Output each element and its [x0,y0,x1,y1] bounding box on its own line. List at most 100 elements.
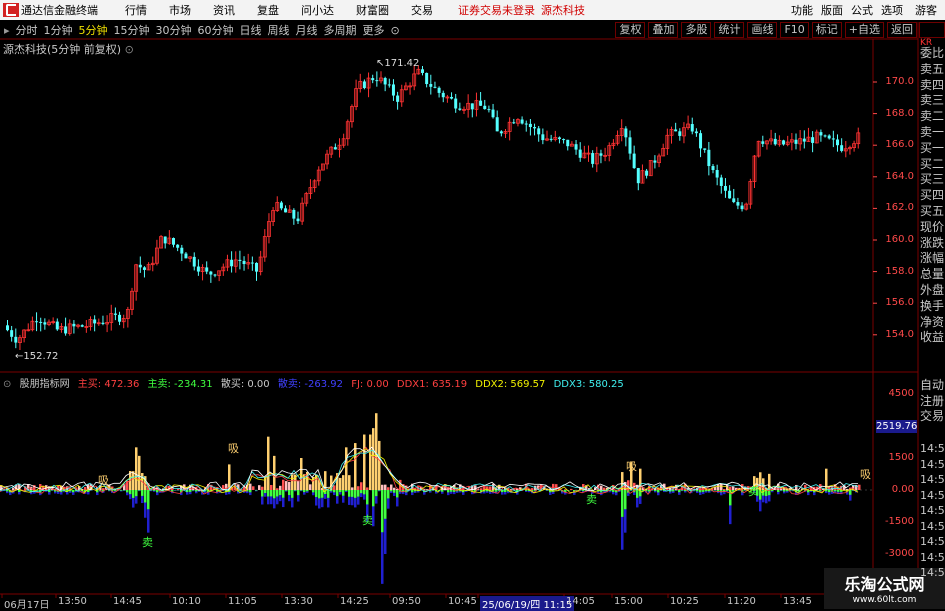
side-panel-item[interactable]: 买四 [920,188,945,204]
candle-body [280,203,283,209]
candle-body [284,208,287,212]
side-panel-item[interactable] [920,362,945,378]
indicator-bar-main-sell [267,490,270,496]
indicator-bar-up [132,471,135,490]
side-panel-item[interactable]: 自动 [920,378,945,394]
candle-body [56,322,59,330]
indicator-bar-main-sell [300,490,303,491]
candle-body [716,170,719,178]
time-axis: 06月17日13:5014:4510:1011:0513:3014:2509:5… [0,595,945,609]
candle-body [396,96,399,102]
indicator-bar-main-sell [303,490,306,492]
indicator-bar-up [258,485,261,490]
indicator-name[interactable]: 股朋指标网 [20,379,70,390]
side-panel-item[interactable]: 卖二 [920,109,945,125]
candle-body [529,124,532,127]
low-price-label: ←152.72 [15,351,58,362]
side-panel-item[interactable]: 净资 [920,315,945,331]
stock-title-text: 源杰科技(5分钟 前复权) [3,43,121,56]
candle-body [487,109,490,110]
candle-body [93,319,96,323]
side-panel-item[interactable]: 外盘 [920,283,945,299]
indicator-bar-main-sell [351,490,354,497]
side-time-item: 14:56 [920,489,945,505]
candle-body [10,330,13,337]
indicator-bar-up [570,489,573,490]
candle-body [566,140,569,146]
side-panel-item[interactable]: 买五 [920,204,945,220]
side-panel-item[interactable]: 买三 [920,172,945,188]
indicator-bar-up [297,481,300,490]
candle-body [371,78,374,80]
candle-body [558,137,561,139]
price-axis-label: 164.0 [878,171,914,182]
indicator-bar-main-sell [360,490,363,493]
side-panel-item[interactable]: 换手 [920,299,945,315]
candle-body [64,326,67,333]
watermark-url: www.60lt.com [824,595,945,605]
field-ddx1: DDX1: 635.19 [397,379,467,390]
indicator-bar-up [480,488,483,490]
time-axis-label: 10:45 [448,596,477,607]
candle-body [492,110,495,118]
indicator-bar-up [333,485,336,490]
side-panel-item[interactable]: 卖五 [920,62,945,78]
indicator-bar-main-sell [138,490,141,491]
indicator-bar-up [603,488,606,490]
candle-body [774,139,777,144]
field-main-sell: 主卖: -234.31 [148,379,213,390]
field-retail-sell: 散卖: -263.92 [278,379,343,390]
indicator-bar-up [720,484,723,490]
candle-body [471,103,474,109]
indicator-bar-main-sell [315,490,318,497]
side-panel-item[interactable]: 总量 [920,267,945,283]
indicator-bar-up [531,488,534,490]
indicator-bar-up [714,487,717,490]
indicator-axis-label: 0.00 [878,484,914,495]
candle-body [479,101,482,106]
side-panel-item[interactable]: 卖三 [920,93,945,109]
side-panel-item[interactable] [920,346,945,362]
indicator-bar-main-sell [765,490,768,496]
candle-body [43,322,46,324]
time-axis-label: 13:30 [284,596,313,607]
candle-body [512,122,515,123]
indicator-bar-main-sell [372,490,375,506]
side-panel-item[interactable]: 委比 [920,46,945,62]
side-panel-item[interactable]: 现价 [920,220,945,236]
side-panel-item[interactable]: 交易 [920,409,945,425]
side-panel-item[interactable]: 买二 [920,157,945,173]
candle-body [633,154,636,168]
indicator-bar-main-sell [582,490,585,491]
indicator-bar-main-sell [342,490,345,496]
chart-area[interactable]: 吸吸吸吸卖卖卖卖 [0,0,945,609]
indicator-bar-main-sell [249,490,252,492]
title-dropdown-icon[interactable]: ⊙ [125,43,134,56]
candle-body [645,171,648,176]
indicator-bar-main-sell [195,490,198,491]
side-panel-item[interactable]: 注册 [920,394,945,410]
candle-body [599,153,602,155]
indicator-bar-main-sell [396,490,399,497]
indicator-bar-up [846,489,849,490]
indicator-bar-up [387,487,390,490]
side-panel-item[interactable]: 卖四 [920,78,945,94]
indicator-bar-up [135,447,138,490]
indicator-bar-main-sell [297,490,300,495]
indicator-bar-main-sell [393,490,396,493]
side-panel-item[interactable]: 卖一 [920,125,945,141]
side-panel-item[interactable]: 涨跌 [920,236,945,252]
indicator-bar-up [339,478,342,490]
side-panel-item[interactable]: 涨幅 [920,251,945,267]
time-axis-label: 13:50 [58,596,87,607]
indicator-toggle-icon[interactable]: ⊙ [3,379,11,390]
side-panel-item[interactable]: 收益 [920,330,945,346]
candle-body [39,322,42,323]
indicator-bar-main-sell [276,490,279,496]
indicator-bar-main-sell [654,490,657,491]
candle-body [197,267,200,272]
side-panel-item[interactable]: 买一 [920,141,945,157]
candle-body [732,198,735,202]
indicator-bar-main-sell [366,490,369,504]
indicator-bar-main-sell [837,490,840,492]
